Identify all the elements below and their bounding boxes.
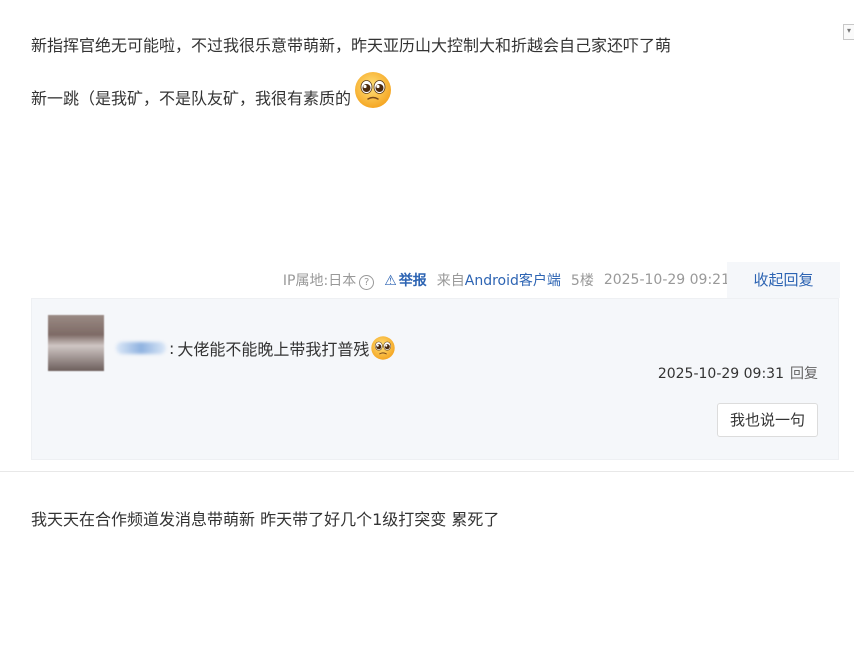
- client-prefix: 来自: [436, 273, 465, 289]
- client-name-link[interactable]: Android客户端: [465, 273, 561, 289]
- post-meta-bar: IP属地:日本? ⚠ 举报 来自Android客户端 5楼 2025-10-29 …: [283, 262, 730, 298]
- reply-section: : 大佬能不能晚上带我打普残 2025-10-29 09:31 回复 我也说一句: [31, 298, 839, 460]
- client-source: 来自Android客户端: [437, 270, 561, 290]
- add-comment-button[interactable]: 我也说一句: [716, 403, 818, 437]
- post-text-line2: 新一跳（是我矿，不是队友矿，我很有素质的: [31, 89, 352, 108]
- pleading-face-icon: [355, 72, 392, 108]
- help-icon[interactable]: ?: [359, 275, 375, 290]
- post-text-2: 我天天在合作频道发消息带萌新 昨天带了好几个1级打突变 累死了: [31, 510, 500, 529]
- report-label: 举报: [398, 273, 427, 289]
- reply-text: 大佬能不能晚上带我打普残: [177, 340, 370, 359]
- reply-meta: 2025-10-29 09:31 回复: [658, 363, 818, 383]
- post-timestamp: 2025-10-29 09:21: [603, 272, 730, 288]
- pleading-face-icon: [371, 336, 396, 360]
- reply-separator: :: [169, 338, 175, 358]
- expand-toggle-icon[interactable]: ▾: [843, 24, 854, 40]
- warning-icon: ⚠: [384, 273, 397, 289]
- reply-item: : 大佬能不能晚上带我打普残: [116, 335, 396, 361]
- reply-timestamp: 2025-10-29 09:31: [657, 366, 784, 382]
- report-link[interactable]: ⚠ 举报: [384, 270, 427, 290]
- ip-location: IP属地:日本?: [283, 270, 375, 290]
- reply-username[interactable]: [116, 342, 166, 354]
- avatar[interactable]: [48, 315, 104, 371]
- reply-link[interactable]: 回复: [790, 366, 818, 382]
- post-text: 新指挥官绝无可能啦，不过我很乐意带萌新，昨天亚历山大控制大和折越会自己家还吓了萌…: [31, 22, 831, 123]
- post-divider: [0, 471, 854, 472]
- floor-number: 5楼: [570, 273, 594, 289]
- collapse-replies-button[interactable]: 收起回复: [727, 262, 840, 298]
- post-text-line1: 新指挥官绝无可能啦，不过我很乐意带萌新，昨天亚历山大控制大和折越会自己家还吓了萌: [31, 36, 672, 55]
